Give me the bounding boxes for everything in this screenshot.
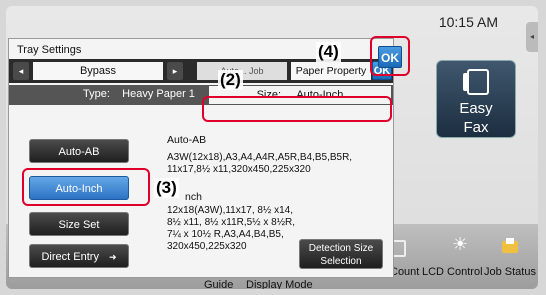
callout-box-4: [370, 36, 410, 76]
arrow-right-icon: ➜: [108, 252, 117, 262]
prev-tray-button[interactable]: ◂: [13, 62, 29, 80]
tray-settings-dialog: Tray Settings ◂ Bypass ▸ Auto... Job Pap…: [8, 38, 394, 278]
auto-ab-line-2: 11x17,8½ x11,320x450,225x320: [167, 164, 311, 175]
fax-icon: [463, 69, 489, 95]
auto-inch-line-2: 8½ x11, 8½ x11R,5½ x 8½R,: [167, 217, 296, 228]
tray-nav-bar: ◂ Bypass ▸ Auto... Job Paper Property OK: [9, 59, 393, 83]
paper-property-button[interactable]: Paper Property: [291, 62, 371, 80]
callout-label-2: (2): [218, 70, 243, 90]
next-tray-button[interactable]: ▸: [167, 62, 183, 80]
auto-inch-line-4: 320x450,225x320: [167, 241, 247, 252]
tray-name: Bypass: [33, 62, 163, 80]
count-label: Count: [390, 266, 420, 278]
job-status-label: Job Status: [484, 266, 536, 278]
auto-inch-line-3: 7¼ x 10½ R,A3,A4,B4,B5,: [167, 229, 284, 240]
auto-ab-title: Auto-AB: [167, 134, 207, 146]
callout-box-3: [22, 168, 150, 206]
detection-size-selection-button[interactable]: Detection Size Selection: [299, 239, 383, 269]
type-label: Type:: [83, 88, 110, 100]
lcd-control-label: LCD Control: [422, 266, 483, 278]
auto-inch-line-1: 12x18(A3W),11x17, 8½ x14,: [167, 205, 293, 216]
auto-inch-title: nch: [185, 191, 202, 203]
side-tab[interactable]: ◂: [526, 22, 538, 52]
display-mode-label: Display Mode: [246, 279, 313, 289]
screen: 10:15 AM ◂ Easy Fax Count LCD Control Jo…: [6, 6, 538, 289]
job-status-icon[interactable]: [500, 236, 520, 256]
size-set-button[interactable]: Size Set: [29, 212, 129, 236]
auto-ab-button[interactable]: Auto-AB: [29, 139, 129, 163]
dialog-title: Tray Settings: [17, 44, 82, 56]
easy-fax-tile[interactable]: Easy Fax: [436, 60, 516, 138]
direct-entry-button[interactable]: Direct Entry ➜: [29, 244, 129, 268]
auto-ab-line-1: A3W(12x18),A3,A4,A4R,A5R,B4,B5,B5R,: [167, 152, 353, 163]
callout-label-4: (4): [316, 42, 341, 62]
clock: 10:15 AM: [438, 14, 498, 30]
type-value: Heavy Paper 1: [122, 88, 195, 100]
callout-box-2: [202, 96, 392, 122]
lcd-control-icon[interactable]: [452, 234, 472, 256]
guide-label: Guide: [204, 279, 234, 289]
type-readout: Type: Heavy Paper 1: [83, 88, 195, 100]
easy-fax-label: Easy Fax: [459, 100, 493, 136]
direct-entry-label: Direct Entry: [41, 251, 99, 263]
callout-label-3: (3): [154, 178, 179, 198]
